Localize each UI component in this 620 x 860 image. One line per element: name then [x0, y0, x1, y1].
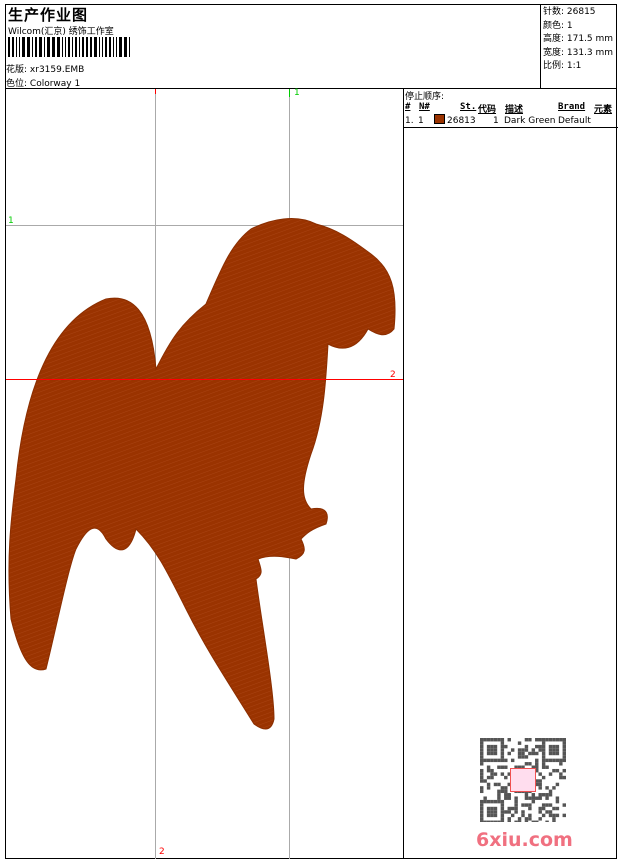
- design-file: 花版: xr3159.EMB: [6, 62, 84, 75]
- column-header: 代码: [478, 105, 497, 115]
- row-index: 1.: [405, 116, 414, 126]
- column-header: Brand: [558, 102, 586, 112]
- grid-marker: [155, 89, 156, 94]
- watermark-logo: 6xiu.com: [476, 829, 573, 851]
- stop-sequence-table: 停止顺序: # N# St. 代码 描述 Brand 元素 1. 1 26813…: [404, 88, 618, 128]
- row-description: Dark Green: [504, 116, 556, 126]
- embroidery-design: [8, 218, 396, 730]
- center-line: [6, 379, 403, 380]
- design-label: 花版:: [6, 65, 28, 75]
- stop-sequence-title: 停止顺序:: [405, 92, 445, 102]
- design-width: 宽度: 131.3 mm: [543, 47, 614, 58]
- row-stitches: 26813: [447, 116, 476, 126]
- parrot-embroidery: [8, 218, 396, 730]
- grid-label: 2: [390, 370, 396, 380]
- company-name: Wilcom(汇京) 绣饰工作室: [8, 27, 114, 37]
- column-header: #: [405, 102, 411, 112]
- column-header: 描述: [505, 105, 524, 115]
- column-header: 元素: [594, 105, 613, 115]
- design-value: xr3159.EMB: [29, 65, 85, 75]
- color-swatch: [434, 114, 445, 124]
- stitch-count: 针数: 26815: [543, 7, 596, 17]
- page-title: 生产作业图: [8, 6, 89, 24]
- row-code: 1: [493, 116, 499, 126]
- design-height: 高度: 171.5 mm: [543, 34, 614, 45]
- row-brand: Default: [558, 116, 591, 126]
- color-count: 颜色: 1: [543, 20, 573, 31]
- colorway-value: Colorway 1: [29, 79, 81, 89]
- column-header: St.: [460, 102, 477, 112]
- design-stats: 针数: 26815 颜色: 1 高度: 171.5 mm 宽度: 131.3 m…: [540, 4, 617, 89]
- row-needle: 1: [418, 116, 424, 126]
- seal-stamp: [510, 768, 536, 792]
- grid-label: 2: [159, 847, 165, 857]
- colorway-label: 色位:: [6, 79, 28, 89]
- barcode: [8, 37, 130, 57]
- column-header: N#: [419, 102, 430, 112]
- design-scale: 比例: 1:1: [543, 61, 582, 72]
- colorway: 色位: Colorway 1: [6, 76, 80, 89]
